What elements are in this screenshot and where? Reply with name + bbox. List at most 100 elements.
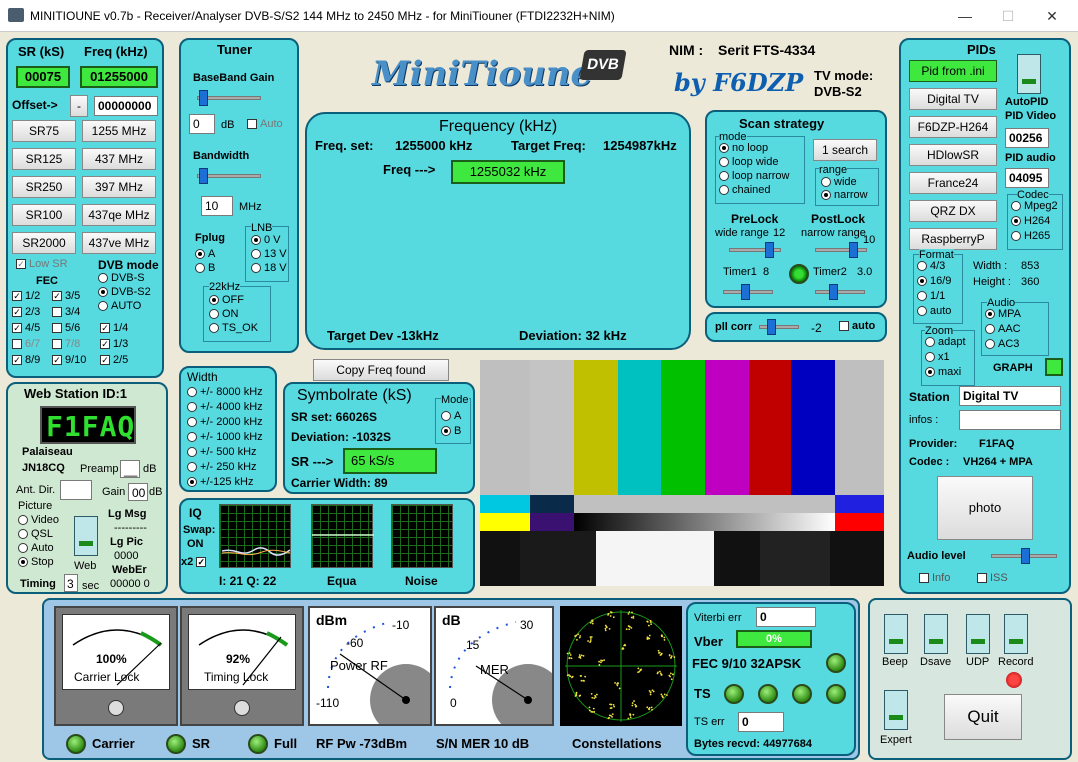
pid-preset-button[interactable]: Pid from .ini <box>909 60 997 82</box>
close-icon[interactable]: ✕ <box>1042 6 1062 26</box>
sr-value[interactable]: 00075 <box>16 66 70 88</box>
timing-input[interactable]: 3 <box>64 574 78 592</box>
zoom-option-1[interactable]: x1 <box>925 351 950 363</box>
audio-option-1[interactable]: AAC <box>985 323 1021 335</box>
preset-freq-button[interactable]: 437 MHz <box>82 148 156 170</box>
pid-preset-button[interactable]: France24 <box>909 172 997 194</box>
pid-preset-button[interactable]: RaspberryP <box>909 228 997 250</box>
fec-checkbox[interactable]: 7/8 <box>52 338 80 350</box>
scan-mode-option-0[interactable]: no loop <box>719 142 768 154</box>
range-option-0[interactable]: wide <box>821 176 857 188</box>
search-button[interactable]: 1 search <box>813 139 877 161</box>
picture-option-3[interactable]: Stop <box>18 556 54 568</box>
fec-checkbox[interactable]: ✓ 1/2 <box>12 290 40 302</box>
preset-freq-button[interactable]: 437ve MHz <box>82 232 156 254</box>
x2-checkbox[interactable]: x2 ✓ <box>181 556 209 568</box>
photo-button[interactable]: photo <box>937 476 1033 540</box>
expert-switch[interactable] <box>884 690 908 730</box>
fec-checkbox[interactable]: ✓ 2/3 <box>12 306 40 318</box>
sr-mode-option-0[interactable]: A <box>441 410 461 422</box>
preset-sr-button[interactable]: SR2000 <box>12 232 76 254</box>
fec-checkbox[interactable]: 6/7 <box>12 338 40 350</box>
scan-mode-option-1[interactable]: loop wide <box>719 156 778 168</box>
range-option-1[interactable]: narrow <box>821 189 868 201</box>
pid-preset-button[interactable]: QRZ DX <box>909 200 997 222</box>
station-input[interactable]: Digital TV <box>959 386 1061 406</box>
antdir-input[interactable] <box>60 480 92 500</box>
fplug-option-0[interactable]: A <box>195 248 215 260</box>
fec-checkbox[interactable]: ✓ 9/10 <box>52 354 86 366</box>
quit-button[interactable]: Quit <box>944 694 1022 740</box>
fplug-option-1[interactable]: B <box>195 262 215 274</box>
picture-option-0[interactable]: Video <box>18 514 59 526</box>
codec-option-1[interactable]: H264 <box>1011 215 1050 227</box>
lnb-option-2[interactable]: 18 V <box>251 262 287 274</box>
format-option-1[interactable]: 16/9 <box>917 275 951 287</box>
zoom-option-2[interactable]: maxi <box>925 366 961 378</box>
timer1-thumb[interactable] <box>741 284 750 300</box>
copy-freq-button[interactable]: Copy Freq found <box>313 359 449 381</box>
width-option-6[interactable]: +/-125 kHz <box>187 476 254 488</box>
audio-option-0[interactable]: MPA <box>985 308 1021 320</box>
zoom-option-0[interactable]: adapt <box>925 336 966 348</box>
width-option-2[interactable]: +/- 2000 kHz <box>187 416 263 428</box>
graph-button[interactable] <box>1045 358 1063 376</box>
scan-mode-option-3[interactable]: chained <box>719 184 771 196</box>
pid-video-input[interactable]: 00256 <box>1005 128 1049 148</box>
sr-mode-option-1[interactable]: B <box>441 425 461 437</box>
udp-switch[interactable] <box>966 614 990 654</box>
pll-thumb[interactable] <box>767 319 776 335</box>
fec-checkbox[interactable]: ✓ 3/5 <box>52 290 80 302</box>
lnb-option-0[interactable]: 0 V <box>251 234 281 246</box>
bandwidth-input[interactable]: 10 <box>201 196 233 216</box>
info-checkbox[interactable]: Info <box>919 572 950 584</box>
fec-checkbox[interactable]: 3/4 <box>52 306 80 318</box>
fec-checkbox[interactable]: ✓ 4/5 <box>12 322 40 334</box>
beep-switch[interactable] <box>884 614 908 654</box>
scan-mode-option-2[interactable]: loop narrow <box>719 170 789 182</box>
audio-option-2[interactable]: AC3 <box>985 338 1019 350</box>
preset-sr-button[interactable]: SR125 <box>12 148 76 170</box>
pll-auto-checkbox[interactable]: auto <box>839 320 875 332</box>
format-option-0[interactable]: 4/3 <box>917 260 945 272</box>
dvb-mode-option-1[interactable]: DVB-S2 <box>98 286 151 298</box>
preset-sr-button[interactable]: SR75 <box>12 120 76 142</box>
codec-option-2[interactable]: H265 <box>1011 230 1050 242</box>
picture-option-2[interactable]: Auto <box>18 542 54 554</box>
pid-audio-input[interactable]: 04095 <box>1005 168 1049 188</box>
format-option-3[interactable]: auto <box>917 305 951 317</box>
gain-input[interactable]: 0 <box>189 114 215 134</box>
low-sr-checkbox[interactable]: ✓ Low SR <box>16 258 68 270</box>
k22-option-0[interactable]: OFF <box>209 294 244 306</box>
pid-preset-button[interactable]: Digital TV <box>909 88 997 110</box>
infos-input[interactable] <box>959 410 1061 430</box>
offset-input[interactable]: 00000000 <box>94 96 158 116</box>
dvb-mode-option-0[interactable]: DVB-S <box>98 272 145 284</box>
web-gain-input[interactable]: 00 <box>128 483 148 501</box>
dsave-switch[interactable] <box>924 614 948 654</box>
postlock-thumb[interactable] <box>849 242 858 258</box>
minimize-icon[interactable]: — <box>955 6 975 26</box>
pid-preset-button[interactable]: HDlowSR <box>909 144 997 166</box>
prelock-thumb[interactable] <box>765 242 774 258</box>
audio-level-thumb[interactable] <box>1021 548 1030 564</box>
codec-option-0[interactable]: Mpeg2 <box>1011 200 1058 212</box>
fec-checkbox[interactable]: ✓ 8/9 <box>12 354 40 366</box>
width-option-3[interactable]: +/- 1000 kHz <box>187 431 263 443</box>
offset-sign-button[interactable]: - <box>70 95 88 117</box>
fec-checkbox[interactable]: ✓ 1/4 <box>100 322 128 334</box>
preamp-input[interactable]: __ <box>120 460 140 478</box>
autopid-switch[interactable] <box>1017 54 1041 94</box>
lnb-option-1[interactable]: 13 V <box>251 248 287 260</box>
timer2-slider[interactable] <box>815 290 865 294</box>
pll-slider[interactable] <box>759 325 799 329</box>
width-option-4[interactable]: +/- 500 kHz <box>187 446 257 458</box>
preset-sr-button[interactable]: SR100 <box>12 204 76 226</box>
k22-option-1[interactable]: ON <box>209 308 239 320</box>
freq-value[interactable]: 01255000 <box>80 66 158 88</box>
width-option-0[interactable]: +/- 8000 kHz <box>187 386 263 398</box>
bb-gain-thumb[interactable] <box>199 90 208 106</box>
pid-preset-button[interactable]: F6DZP-H264 <box>909 116 997 138</box>
k22-option-2[interactable]: TS_OK <box>209 322 258 334</box>
gain-auto-checkbox[interactable]: Auto <box>247 118 283 130</box>
